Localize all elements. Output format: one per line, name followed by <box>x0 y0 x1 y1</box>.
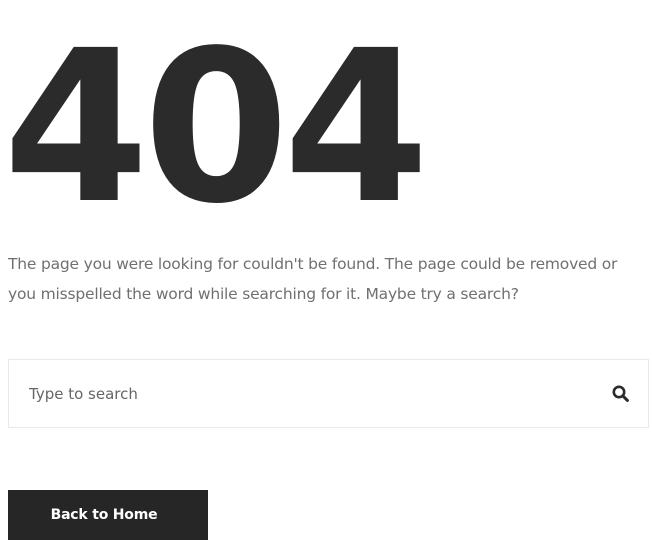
error-page: 404 The page you were looking for couldn… <box>0 0 652 540</box>
back-to-home-button[interactable]: Back to Home <box>8 490 208 540</box>
search-icon <box>612 385 629 402</box>
error-message: The page you were looking for couldn't b… <box>8 255 618 303</box>
search-form <box>8 359 649 428</box>
search-button[interactable] <box>592 360 648 427</box>
error-code: 404 <box>3 5 429 250</box>
search-input[interactable] <box>9 360 592 427</box>
